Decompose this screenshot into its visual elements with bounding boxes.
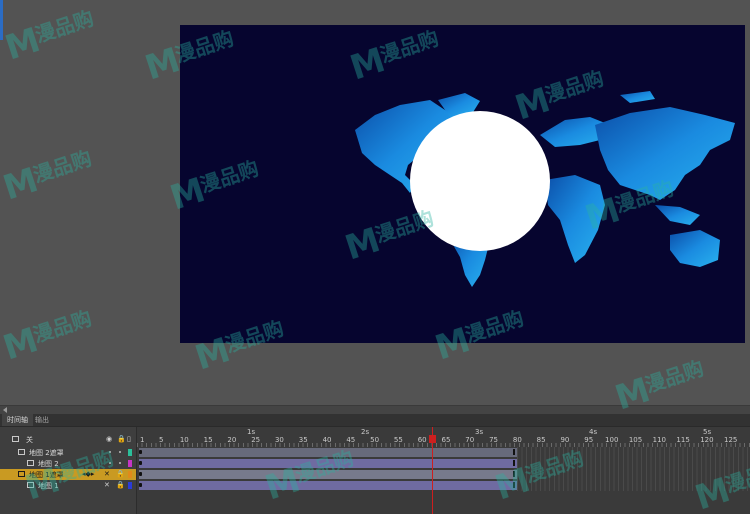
layer-name[interactable]: 地图 1: [38, 481, 59, 491]
panel-tab-bar: 时间轴 输出: [0, 414, 750, 427]
ruler-second-label: 2s: [361, 428, 370, 436]
frame-span[interactable]: [139, 448, 517, 457]
asia-shape: [595, 107, 735, 200]
layer-list: 关 ◉ 🔒 ▯ 地图 2遮罩 地图 2 地图 1遮罩 ◂◆▸ ✕ 🔒 地图 1 …: [0, 427, 137, 514]
layer-row[interactable]: 地图 2: [0, 458, 136, 469]
frame-area[interactable]: 1s 2s 3s 4s 5s 1 5 10 15 20 25 30 35 40 45 50 55 60 6…: [137, 427, 750, 514]
stage-horizontal-scrollbar[interactable]: [0, 405, 750, 414]
frame-span[interactable]: [139, 470, 517, 479]
scroll-left-arrow-icon[interactable]: [3, 407, 7, 413]
arctic-islands-shape: [620, 91, 655, 103]
white-circle-mask: [410, 111, 550, 251]
ruler-second-label: 4s: [589, 428, 598, 436]
span-end-marker[interactable]: [513, 449, 515, 455]
layer-color-swatch[interactable]: [128, 460, 132, 467]
span-end-marker[interactable]: [513, 460, 515, 466]
keyframe-nav-icon[interactable]: ◂◆▸: [82, 470, 94, 478]
africa-shape: [545, 175, 605, 263]
keyframe-marker[interactable]: [139, 450, 142, 454]
empty-frames[interactable]: [517, 480, 750, 491]
frame-row[interactable]: [137, 458, 750, 469]
lock-icon[interactable]: 🔒: [117, 435, 126, 443]
southeast-asia-shape: [655, 205, 700, 225]
mask-layer-icon: [18, 471, 25, 477]
masked-layer-icon: [27, 482, 34, 488]
timeline-ruler[interactable]: 1s 2s 3s 4s 5s 1 5 10 15 20 25 30 35 40 45 50 55 60 6…: [137, 427, 750, 447]
layer-row[interactable]: 地图 1 ✕ 🔒: [0, 480, 136, 491]
world-map-artwork: [355, 91, 735, 287]
layer-name[interactable]: 地图 2遮罩: [29, 448, 64, 458]
layer-header-label: 关: [26, 436, 33, 444]
stage-area: [0, 0, 750, 405]
empty-frames[interactable]: [517, 469, 750, 480]
ruler-second-label: 5s: [703, 428, 712, 436]
empty-frames[interactable]: [517, 447, 750, 458]
ruler-second-label: 1s: [247, 428, 256, 436]
composition-canvas[interactable]: [180, 25, 745, 343]
layer-color-swatch[interactable]: [128, 482, 132, 489]
hide-x-icon[interactable]: ✕: [104, 481, 110, 489]
left-edge-accent: [0, 0, 3, 40]
layer-color-swatch[interactable]: [128, 449, 132, 456]
hide-x-icon[interactable]: ✕: [104, 470, 110, 478]
lock-icon[interactable]: 🔒: [116, 470, 125, 478]
layer-row-selected[interactable]: 地图 1遮罩 ◂◆▸ ✕ 🔒: [0, 469, 136, 480]
timeline-panel: 时间轴 输出 关 ◉ 🔒 ▯ 地图 2遮罩 地图 2 地图 1遮罩 ◂◆▸ ✕ …: [0, 414, 750, 514]
empty-frames[interactable]: [517, 458, 750, 469]
keyframe-marker[interactable]: [139, 461, 142, 465]
timeline-folder-icon[interactable]: [12, 436, 19, 442]
span-end-marker[interactable]: [513, 471, 515, 477]
layer-name[interactable]: 地图 1遮罩: [29, 470, 64, 480]
keyframe-marker[interactable]: [139, 483, 142, 487]
frame-span[interactable]: [139, 481, 517, 490]
frame-row[interactable]: [137, 469, 750, 480]
australia-shape: [670, 230, 720, 267]
lock-dot[interactable]: [119, 451, 121, 453]
layer-header-row: 关 ◉ 🔒 ▯: [0, 434, 136, 445]
mask-layer-icon: [18, 449, 25, 455]
visibility-dot[interactable]: [109, 462, 111, 464]
visibility-dot[interactable]: [109, 451, 111, 453]
lock-dot[interactable]: [119, 462, 121, 464]
lock-icon[interactable]: 🔒: [116, 481, 125, 489]
frame-row[interactable]: [137, 480, 750, 491]
playhead-line[interactable]: [432, 427, 433, 514]
masked-layer-icon: [27, 460, 34, 466]
layer-color-swatch[interactable]: [128, 471, 132, 478]
frame-row[interactable]: [137, 447, 750, 458]
frame-span[interactable]: [139, 459, 517, 468]
tab-timeline[interactable]: 时间轴: [2, 414, 33, 426]
tab-output[interactable]: 输出: [30, 414, 54, 426]
span-end-marker[interactable]: [513, 482, 515, 488]
ruler-second-label: 3s: [475, 428, 484, 436]
keyframe-marker[interactable]: [139, 472, 142, 476]
layer-row[interactable]: 地图 2遮罩: [0, 447, 136, 458]
outline-icon[interactable]: ▯: [127, 435, 131, 443]
layer-name[interactable]: 地图 2: [38, 459, 59, 469]
visibility-eye-icon[interactable]: ◉: [106, 435, 112, 443]
